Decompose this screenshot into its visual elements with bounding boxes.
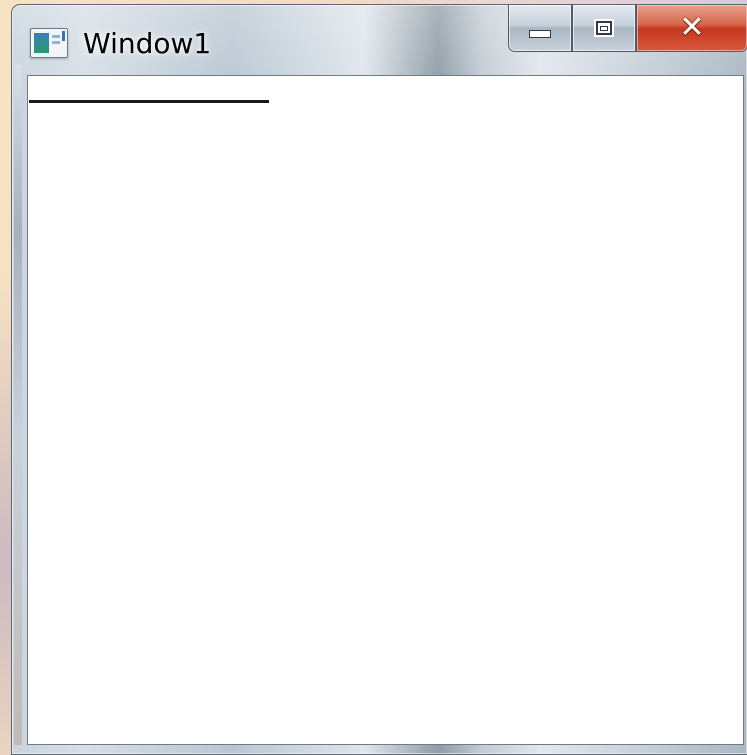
app-icon-pane (34, 33, 49, 53)
minimize-button[interactable] (508, 5, 572, 52)
window-frame: Window1 ✕ (11, 4, 747, 755)
horizontal-line (29, 100, 269, 103)
close-icon: ✕ (679, 10, 705, 45)
app-icon-line (52, 35, 60, 38)
minimize-icon (529, 30, 551, 38)
client-area[interactable] (27, 75, 744, 745)
app-icon-bar (62, 31, 65, 41)
frame-left-edge (14, 65, 22, 745)
window-title: Window1 (83, 27, 212, 60)
maximize-icon (596, 21, 612, 35)
maximize-button[interactable] (572, 5, 636, 52)
caption-buttons: ✕ (508, 5, 747, 52)
close-button[interactable]: ✕ (636, 5, 747, 52)
window-app-icon[interactable] (30, 28, 68, 58)
app-icon-line (52, 41, 60, 44)
